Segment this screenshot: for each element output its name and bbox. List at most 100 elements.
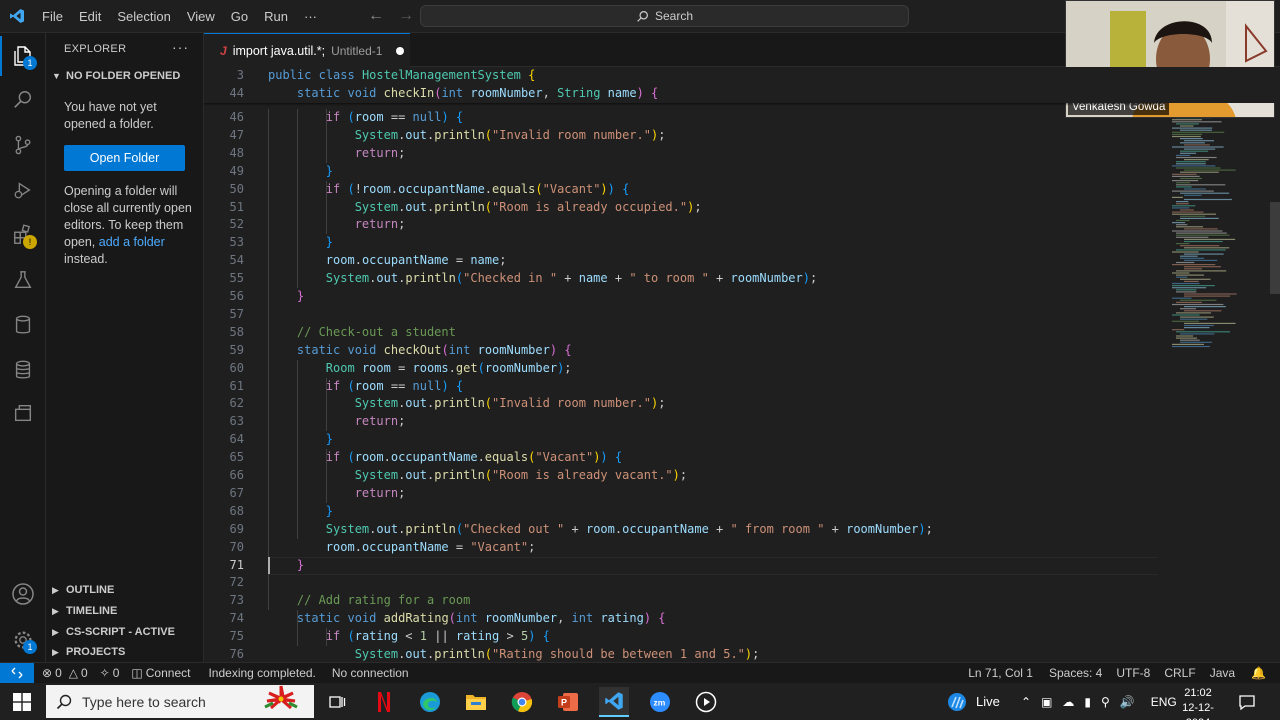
menu-more-button[interactable]: ···: [296, 0, 325, 33]
code-line[interactable]: 49 }: [204, 163, 1280, 181]
no-folder-section-header[interactable]: ▼ NO FOLDER OPENED: [52, 70, 180, 82]
code-line[interactable]: 61 if (room == null) {: [204, 378, 1280, 396]
code-line[interactable]: 62 System.out.println("Invalid room numb…: [204, 395, 1280, 413]
zoom-icon[interactable]: zm: [645, 687, 675, 717]
menu-edit[interactable]: Edit: [71, 0, 109, 33]
volume-icon[interactable]: 🔊: [1120, 695, 1135, 709]
system-clock[interactable]: 21:02 12-12-2024: [1170, 686, 1226, 720]
more-actions-icon[interactable]: ···: [172, 39, 189, 55]
chrome-icon[interactable]: [507, 687, 537, 717]
code-line[interactable]: 69 System.out.println("Checked out " + r…: [204, 521, 1280, 539]
code-line[interactable]: 72: [204, 574, 1280, 592]
go-back-icon[interactable]: ←: [366, 6, 386, 26]
code-line[interactable]: 53 }: [204, 234, 1280, 252]
encoding[interactable]: UTF-8: [1108, 666, 1156, 680]
code-line[interactable]: 65 if (room.occupantName.equals("Vacant"…: [204, 449, 1280, 467]
cursor-position[interactable]: Ln 71, Col 1: [962, 666, 1039, 680]
battery-icon[interactable]: ▮: [1084, 695, 1091, 709]
code-line[interactable]: 75 if (rating < 1 || rating > 5) {: [204, 628, 1280, 646]
problems-indicator[interactable]: ⊗ 0 △ 0: [34, 666, 94, 680]
code-line[interactable]: 76 System.out.println("Rating should be …: [204, 646, 1280, 662]
remote-indicator-icon[interactable]: [0, 662, 34, 684]
unsaved-dot-icon[interactable]: [396, 46, 405, 55]
windows-start-icon[interactable]: [0, 683, 44, 720]
outline-section-header[interactable]: ▶ OUTLINE: [52, 584, 114, 596]
indentation[interactable]: Spaces: 4: [1039, 666, 1108, 680]
command-center-search[interactable]: Search: [420, 5, 909, 27]
code-line[interactable]: 58 // Check-out a student: [204, 324, 1280, 342]
source-control-icon[interactable]: [0, 125, 46, 165]
go-forward-icon[interactable]: →: [396, 6, 416, 26]
edge-browser-icon[interactable]: [415, 687, 445, 717]
file-explorer-icon[interactable]: [461, 687, 491, 717]
line-number: 67: [229, 485, 244, 500]
sql-database-icon[interactable]: [0, 350, 46, 390]
code-line[interactable]: 59 static void checkOut(int roomNumber) …: [204, 342, 1280, 360]
code-line[interactable]: 71 }: [204, 557, 1280, 575]
code-text: if (!room.occupantName.equals("Vacant"))…: [325, 181, 630, 196]
netflix-icon[interactable]: [369, 687, 399, 717]
end-of-line[interactable]: CRLF: [1156, 666, 1201, 680]
code-line[interactable]: 70 room.occupantName = "Vacant";: [204, 539, 1280, 557]
vscode-taskbar-icon[interactable]: [599, 687, 629, 717]
projects-section-header[interactable]: ▶ PROJECTS: [52, 646, 125, 658]
cs-script-section-header[interactable]: ▶ CS-SCRIPT - ACTIVE: [52, 626, 175, 638]
account-icon[interactable]: [0, 574, 46, 614]
menu-selection[interactable]: Selection: [109, 0, 178, 33]
open-folder-button[interactable]: Open Folder: [64, 145, 185, 171]
menu-view[interactable]: View: [179, 0, 223, 33]
powerpoint-icon[interactable]: P: [553, 687, 583, 717]
task-view-icon[interactable]: [322, 687, 352, 717]
code-line[interactable]: 47 System.out.println("Invalid room numb…: [204, 127, 1280, 145]
media-player-icon[interactable]: [691, 687, 721, 717]
notifications-bell-icon[interactable]: 🔔: [1241, 666, 1280, 680]
code-line[interactable]: 54 room.occupantName = name;: [204, 252, 1280, 270]
manage-gear-icon[interactable]: 1: [0, 620, 46, 660]
code-editor[interactable]: 46 if (room == null) {47 System.out.prin…: [204, 67, 1280, 662]
menu-file[interactable]: File: [34, 0, 71, 33]
ports-indicator[interactable]: ✧ 0: [94, 666, 126, 680]
add-folder-link[interactable]: add a folder: [99, 235, 165, 249]
connect-button[interactable]: ◫ Connect: [125, 666, 196, 680]
code-line[interactable]: 66 System.out.println("Room is already v…: [204, 467, 1280, 485]
code-line[interactable]: 55 System.out.println("Checked in " + na…: [204, 270, 1280, 288]
explorer-icon[interactable]: 1: [0, 36, 46, 76]
tab-untitled-1[interactable]: J import java.util.*; Untitled-1: [204, 33, 410, 67]
code-line[interactable]: 57: [204, 306, 1280, 324]
code-line[interactable]: 64 }: [204, 431, 1280, 449]
menu-run[interactable]: Run: [256, 0, 296, 33]
code-line[interactable]: 50 if (!room.occupantName.equals("Vacant…: [204, 181, 1280, 199]
tray-chevron-up-icon[interactable]: ⌃: [1021, 695, 1031, 709]
chevron-right-icon: ▶: [52, 584, 59, 595]
code-line[interactable]: 56 }: [204, 288, 1280, 306]
code-line[interactable]: 51 System.out.println("Room is already o…: [204, 199, 1280, 217]
code-text: Room room = rooms.get(roomNumber);: [325, 360, 572, 375]
cloud-icon[interactable]: ☁: [1062, 695, 1074, 709]
timeline-section-header[interactable]: ▶ TIMELINE: [52, 605, 117, 617]
sticky-scroll-line[interactable]: 44 static void checkIn(int roomNumber, S…: [204, 84, 1280, 103]
code-line[interactable]: 48 return;: [204, 145, 1280, 163]
code-line[interactable]: 60 Room room = rooms.get(roomNumber);: [204, 360, 1280, 378]
run-debug-icon[interactable]: [0, 170, 46, 210]
wifi-icon[interactable]: ⚲: [1101, 695, 1110, 709]
remote-explorer-icon[interactable]: [0, 393, 46, 433]
extensions-icon[interactable]: !: [0, 215, 46, 255]
code-line[interactable]: 67 return;: [204, 485, 1280, 503]
connection-status[interactable]: No connection: [322, 666, 415, 680]
menu-go[interactable]: Go: [223, 0, 256, 33]
database-icon[interactable]: [0, 305, 46, 345]
code-line[interactable]: 73 // Add rating for a room: [204, 592, 1280, 610]
search-view-icon[interactable]: [0, 80, 46, 120]
code-line[interactable]: 63 return;: [204, 413, 1280, 431]
meet-now-icon[interactable]: ▣: [1041, 695, 1052, 709]
code-line[interactable]: 52 return;: [204, 216, 1280, 234]
language-mode[interactable]: Java: [1202, 666, 1241, 680]
code-line[interactable]: 74 static void addRating(int roomNumber,…: [204, 610, 1280, 628]
taskbar-search-box[interactable]: Type here to search: [46, 685, 314, 718]
live-news-widget[interactable]: Live: [946, 683, 1000, 720]
sticky-scroll-line[interactable]: 3 public class HostelManagementSystem {: [204, 67, 1280, 85]
testing-icon[interactable]: [0, 260, 46, 300]
code-line[interactable]: 68 }: [204, 503, 1280, 521]
line-number: 64: [229, 432, 244, 447]
notification-center-icon[interactable]: [1238, 683, 1256, 720]
